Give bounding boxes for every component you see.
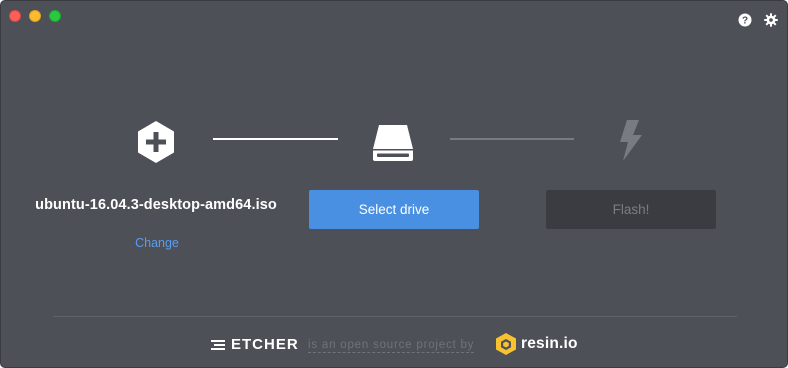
- settings-gear-icon[interactable]: [764, 13, 778, 27]
- footer-tagline[interactable]: is an open source project by: [308, 339, 475, 353]
- resin-cube-icon: [496, 333, 516, 355]
- help-icon[interactable]: ?: [738, 13, 752, 27]
- step-connector-drive-to-flash: [450, 138, 574, 140]
- plus-hexagon-icon[interactable]: [132, 118, 180, 166]
- lightning-bolt-icon: [620, 120, 642, 161]
- app-window: ? ubuntu-16.04.3-desktop-amd64.iso Chang…: [0, 0, 788, 368]
- selected-image-filename: ubuntu-16.04.3-desktop-amd64.iso: [35, 197, 277, 213]
- change-image-link[interactable]: Change: [121, 236, 193, 250]
- hard-drive-icon[interactable]: [369, 119, 417, 167]
- footer: ETCHER is an open source project by resi…: [1, 332, 787, 358]
- maximize-window-button[interactable]: [49, 10, 61, 22]
- resin-wordmark: resin.io: [521, 335, 578, 352]
- minimize-window-button[interactable]: [29, 10, 41, 22]
- select-drive-button[interactable]: Select drive: [309, 190, 479, 229]
- window-controls: [9, 10, 61, 22]
- etcher-logo-icon: [211, 339, 225, 350]
- header-icons: ?: [738, 13, 778, 27]
- flash-button[interactable]: Flash!: [546, 190, 716, 229]
- close-window-button[interactable]: [9, 10, 21, 22]
- svg-text:?: ?: [742, 16, 748, 27]
- step-connector-image-to-drive: [213, 138, 338, 140]
- etcher-wordmark: ETCHER: [231, 336, 299, 353]
- etcher-logo[interactable]: ETCHER: [211, 336, 299, 353]
- resin-logo[interactable]: resin.io: [495, 332, 578, 356]
- footer-divider: [53, 316, 737, 317]
